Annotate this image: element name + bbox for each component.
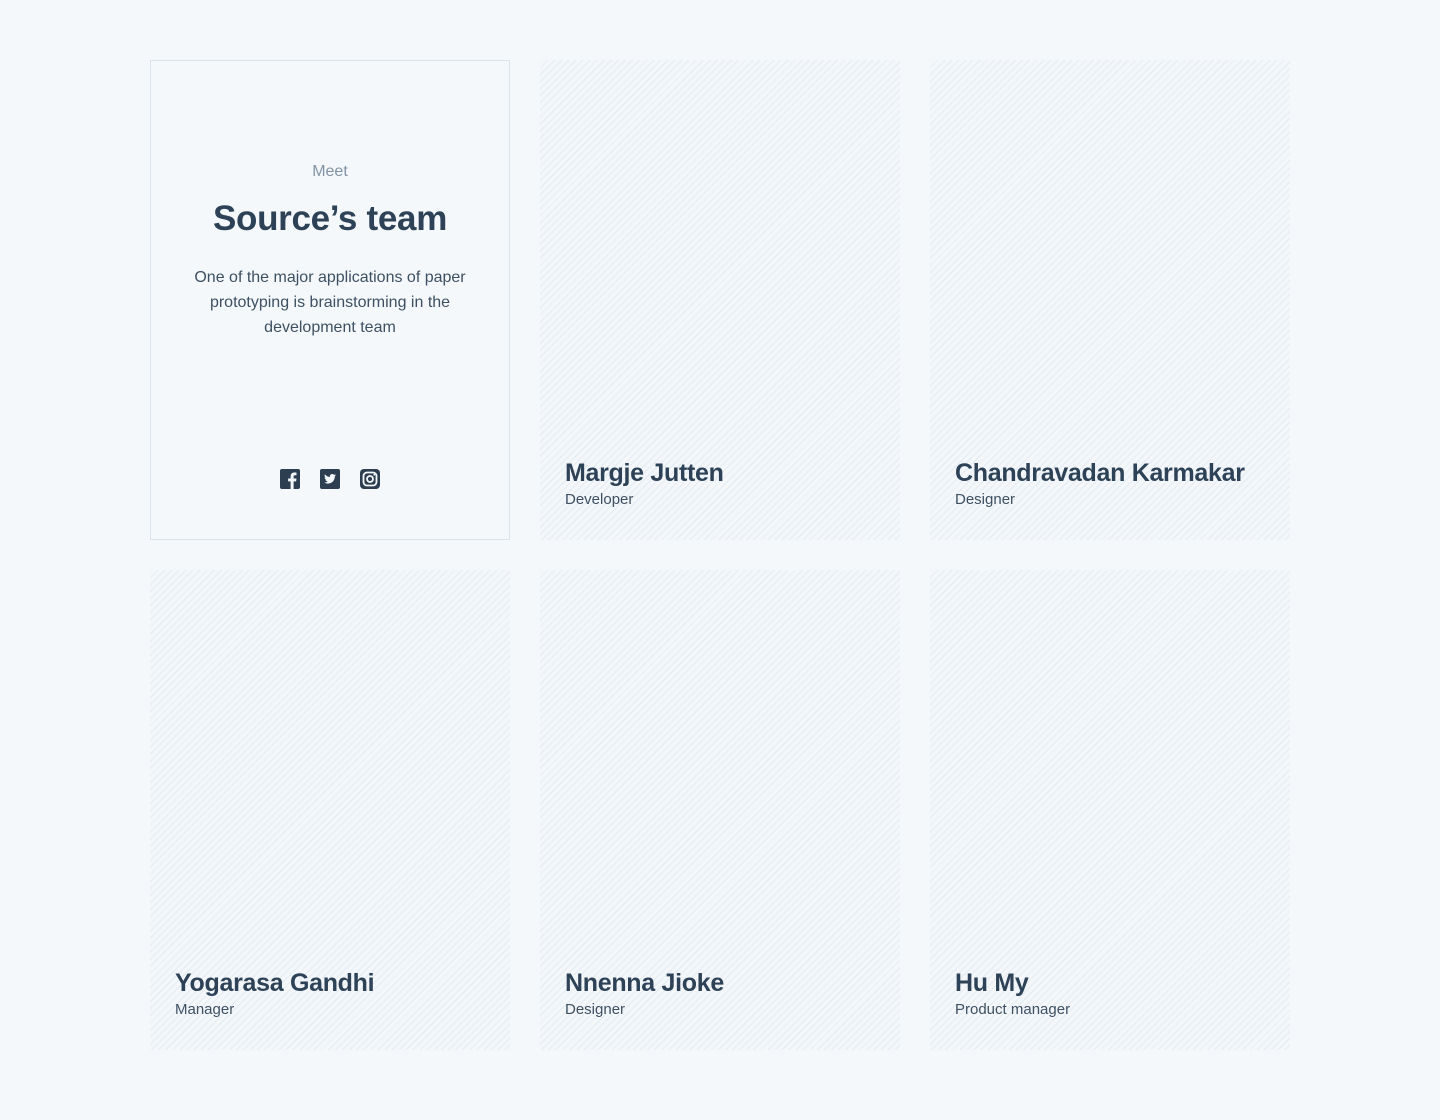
social-links — [151, 469, 509, 489]
member-role: Product manager — [955, 1001, 1071, 1018]
facebook-link[interactable] — [280, 469, 300, 489]
member-name: Margje Jutten — [565, 459, 724, 487]
team-member-card[interactable]: Nnenna Jioke Designer — [540, 570, 900, 1050]
facebook-icon — [280, 469, 300, 489]
member-name: Chandravadan Karmakar — [955, 459, 1245, 487]
team-member-card[interactable]: Chandravadan Karmakar Designer — [930, 60, 1290, 540]
intro-eyebrow: Meet — [312, 163, 348, 180]
page-title: Source’s team — [212, 199, 448, 238]
twitter-icon — [320, 469, 340, 489]
member-name: Yogarasa Gandhi — [175, 969, 375, 997]
instagram-icon — [360, 469, 380, 489]
team-grid: Meet Source’s team One of the major appl… — [150, 60, 1290, 1050]
team-member-card[interactable]: Margje Jutten Developer — [540, 60, 900, 540]
member-info: Yogarasa Gandhi Manager — [175, 968, 375, 1020]
member-info: Margje Jutten Developer — [565, 458, 724, 510]
member-info: Hu My Product manager — [955, 968, 1070, 1020]
instagram-link[interactable] — [360, 469, 380, 489]
member-role: Designer — [955, 491, 1016, 508]
member-name: Hu My — [955, 969, 1029, 997]
member-name: Nnenna Jioke — [565, 969, 724, 997]
member-role: Developer — [565, 491, 634, 508]
team-member-card[interactable]: Yogarasa Gandhi Manager — [150, 570, 510, 1050]
member-role: Manager — [175, 1001, 235, 1018]
twitter-link[interactable] — [320, 469, 340, 489]
member-role: Designer — [565, 1001, 626, 1018]
team-intro-card: Meet Source’s team One of the major appl… — [150, 60, 510, 540]
member-info: Chandravadan Karmakar Designer — [955, 458, 1245, 510]
intro-description: One of the major applications of paper p… — [194, 269, 466, 336]
member-info: Nnenna Jioke Designer — [565, 968, 724, 1020]
team-member-card[interactable]: Hu My Product manager — [930, 570, 1290, 1050]
